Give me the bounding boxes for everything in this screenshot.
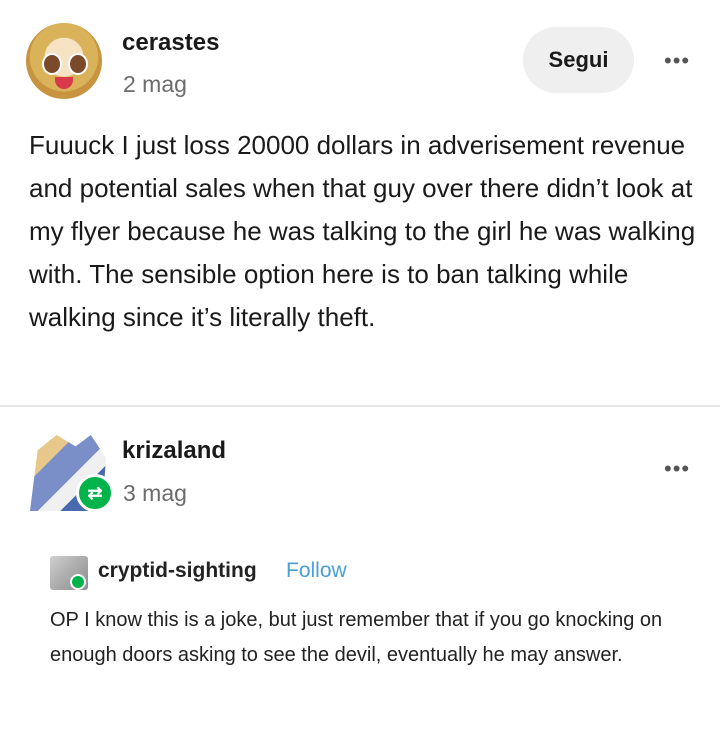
avatar[interactable] (26, 23, 102, 99)
reblog-icon (70, 574, 86, 590)
quote-follow-link[interactable]: Follow (286, 559, 347, 583)
reblog-icon: ⇄ (76, 474, 114, 512)
post-author[interactable]: cerastes (122, 29, 219, 57)
avatar-eye (42, 53, 62, 75)
post-timestamp[interactable]: 2 mag (123, 71, 187, 98)
follow-button[interactable]: Segui (523, 27, 634, 93)
reblog-timestamp[interactable]: 3 mag (123, 480, 187, 507)
quote-text: OP I know this is a joke, but just remem… (50, 609, 663, 666)
more-options-icon[interactable]: ••• (664, 458, 690, 480)
avatar[interactable]: ⇄ (30, 435, 114, 512)
more-options-icon[interactable]: ••• (664, 50, 690, 72)
avatar-eye (68, 53, 88, 75)
reblog-author[interactable]: krizaland (122, 437, 226, 465)
post-divider (0, 405, 720, 407)
quote-author[interactable]: cryptid-sighting (98, 559, 257, 583)
post-body: Fuuuck I just loss 20000 dollars in adve… (29, 130, 696, 332)
quote-avatar[interactable] (50, 556, 88, 590)
original-post: cerastes 2 mag Segui ••• Fuuuck I just l… (0, 0, 720, 405)
avatar-mouth (55, 77, 73, 89)
